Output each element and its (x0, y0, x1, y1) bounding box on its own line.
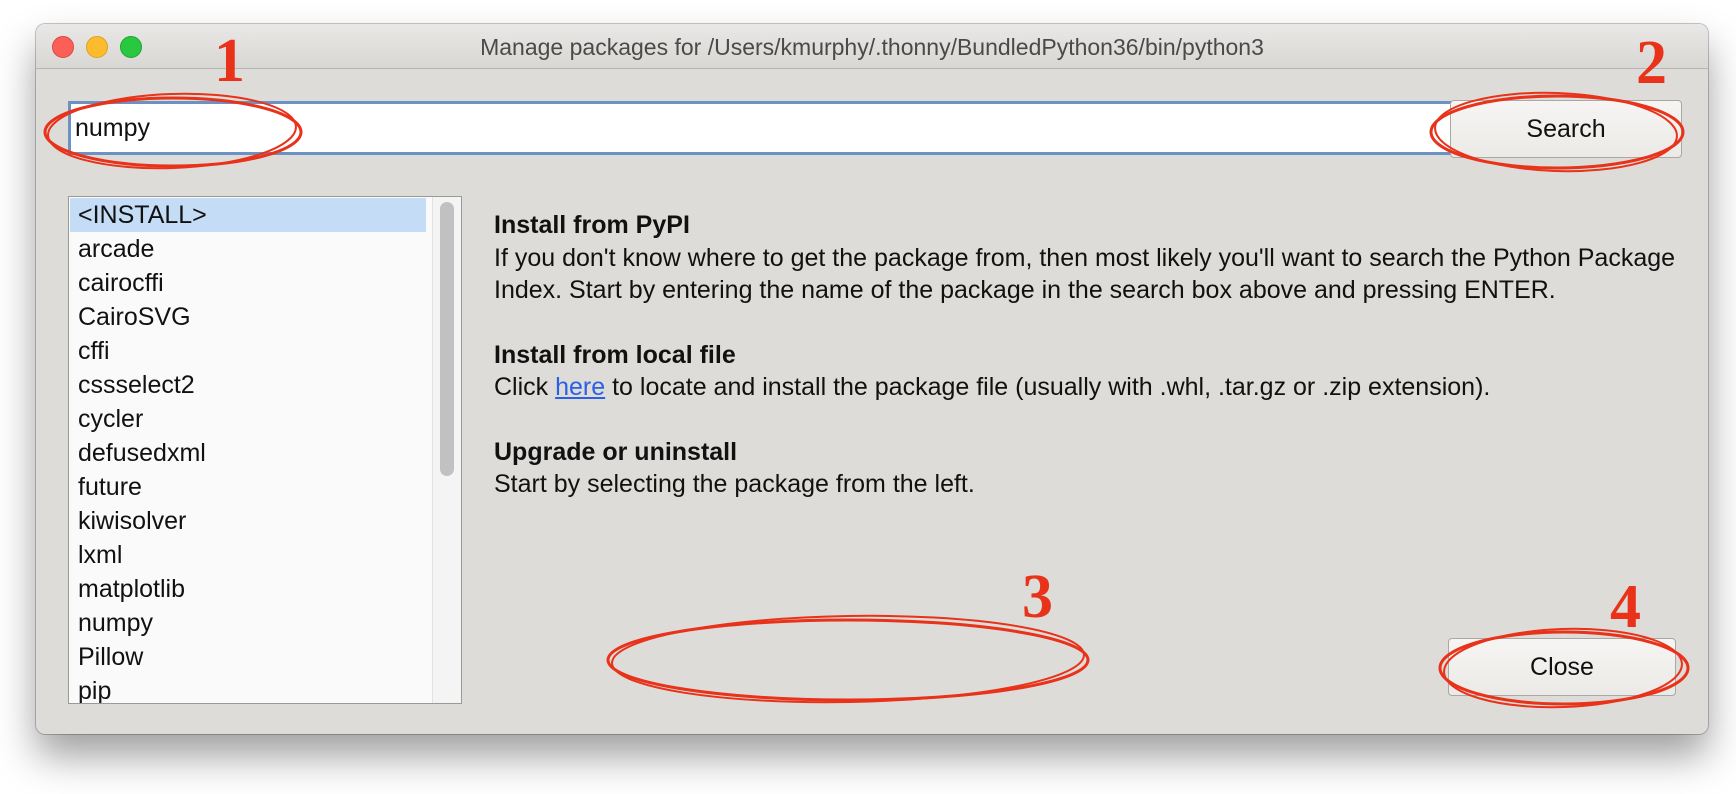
package-list-item[interactable]: matplotlib (70, 572, 426, 606)
local-file-heading: Install from local file (494, 340, 736, 369)
annotation-number-2: 2 (1636, 29, 1667, 97)
upgrade-section: Upgrade or uninstall Start by selecting … (494, 436, 1694, 501)
pypi-section: Install from PyPI If you don't know wher… (494, 209, 1694, 307)
pypi-heading: Install from PyPI (494, 211, 690, 239)
local-file-description: Click here to locate and install the pac… (494, 371, 1694, 404)
manage-packages-window: Manage packages for /Users/kmurphy/.thon… (36, 24, 1708, 734)
package-list-item[interactable]: Pillow (70, 640, 426, 674)
title-bar: Manage packages for /Users/kmurphy/.thon… (36, 24, 1708, 69)
package-search-input[interactable] (68, 101, 1458, 155)
window-title: Manage packages for /Users/kmurphy/.thon… (480, 34, 1264, 60)
package-list-scrollbar[interactable] (432, 197, 461, 703)
package-list-item[interactable]: defusedxml (70, 436, 426, 470)
info-panel: Install from PyPI If you don't know wher… (494, 209, 1694, 533)
package-list-item[interactable]: cairocffi (70, 266, 426, 300)
local-file-text-after: to locate and install the package file (… (605, 373, 1491, 401)
local-file-section: Install from local file Click here to lo… (494, 339, 1694, 404)
local-file-link[interactable]: here (555, 373, 605, 401)
package-list-item[interactable]: <INSTALL> (70, 198, 426, 232)
search-button[interactable]: Search (1450, 100, 1682, 158)
upgrade-heading: Upgrade or uninstall (494, 437, 738, 466)
upgrade-description: Start by selecting the package from the … (494, 470, 975, 498)
local-file-text-before: Click (494, 373, 556, 401)
package-list-item[interactable]: arcade (70, 232, 426, 266)
package-list-item[interactable]: kiwisolver (70, 504, 426, 538)
package-list-item[interactable]: numpy (70, 606, 426, 640)
annotation-number-1: 1 (214, 27, 245, 95)
scrollbar-thumb[interactable] (440, 202, 454, 476)
pypi-description: If you don't know where to get the packa… (494, 243, 1676, 305)
close-button[interactable]: Close (1448, 638, 1676, 696)
annotation-number-4: 4 (1610, 573, 1641, 641)
package-list[interactable]: <INSTALL> arcade cairocffi CairoSVG cffi csss… (68, 196, 462, 704)
package-list-item[interactable]: cssselect2 (70, 368, 426, 402)
package-list-item[interactable]: cffi (70, 334, 426, 368)
annotation-number-3: 3 (1022, 563, 1053, 631)
package-list-item[interactable]: pip (70, 674, 426, 703)
package-list-item[interactable]: lxml (70, 538, 426, 572)
package-list-item[interactable]: CairoSVG (70, 300, 426, 334)
package-list-item[interactable]: future (70, 470, 426, 504)
package-list-item[interactable]: cycler (70, 402, 426, 436)
